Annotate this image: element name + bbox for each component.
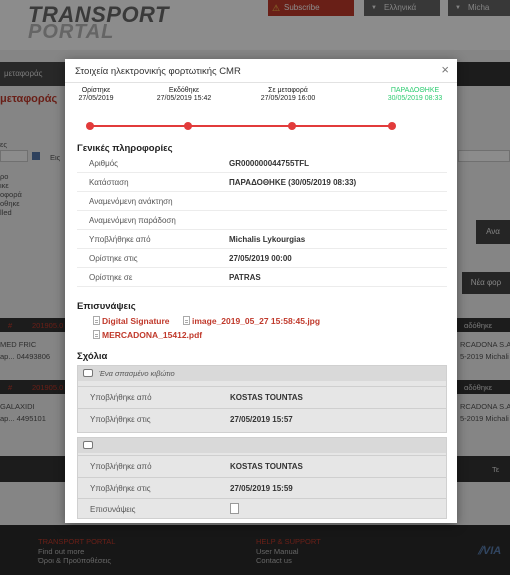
comment-row-submitted-by: Υποβλήθηκε από KOSTAS TOUNTAS <box>78 455 446 475</box>
timeline-step-defined: Ορίστηκε 27/05/2019 <box>56 87 136 102</box>
comment-label: Υποβλήθηκε από <box>90 462 152 471</box>
comment-header <box>78 438 446 453</box>
comment-bubble-icon <box>83 369 93 377</box>
modal-title: Στοιχεία ηλεκτρονικής φορτωτικής CMR <box>75 66 241 77</box>
comment-text: Ένα σπασμένο κιβώτιο <box>99 369 175 378</box>
comment-value: KOSTAS TOUNTAS <box>230 462 303 471</box>
info-label: Αναμενόμενη παράδοση <box>89 216 176 225</box>
general-info-title: Γενικές πληροφορίες <box>77 143 173 154</box>
comment-row-submitted-by: Υποβλήθηκε από KOSTAS TOUNTAS <box>78 386 446 406</box>
timeline-date: 30/05/2019 08:33 <box>387 94 443 102</box>
attachment-link[interactable]: Digital Signature <box>93 316 170 326</box>
close-icon[interactable]: × <box>441 62 449 77</box>
comment-label: Υποβλήθηκε στις <box>90 484 151 493</box>
timeline-date: 27/05/2019 16:00 <box>260 94 316 102</box>
timeline-label: Ορίστηκε <box>81 87 111 94</box>
timeline-dot <box>288 122 296 130</box>
comment-header: Ένα σπασμένο κιβώτιο <box>78 366 446 381</box>
file-icon <box>93 316 100 325</box>
attachment-name: image_2019_05_27 15:58:45.jpg <box>192 316 321 326</box>
comment-value: KOSTAS TOUNTAS <box>230 393 303 402</box>
timeline-date: 27/05/2019 <box>78 94 114 102</box>
comment-value: 27/05/2019 15:57 <box>230 415 293 424</box>
info-row-defined-place: Ορίστηκε σε PATRAS <box>77 268 447 287</box>
timeline-dot <box>184 122 192 130</box>
info-row-expected-pickup: Αναμενόμενη ανάκτηση <box>77 192 447 211</box>
comment-label: Υποβλήθηκε από <box>90 393 152 402</box>
info-row-expected-delivery: Αναμενόμενη παράδοση <box>77 211 447 230</box>
timeline-track <box>90 125 395 127</box>
comments-title: Σχόλια <box>77 351 108 362</box>
timeline-label: ΠΑΡΑΔΟΘΗΚΕ <box>390 87 440 94</box>
comment-value: 27/05/2019 15:59 <box>230 484 293 493</box>
cmr-details-modal: Στοιχεία ηλεκτρονικής φορτωτικής CMR × Ο… <box>65 59 457 523</box>
file-icon[interactable] <box>230 503 239 514</box>
timeline-step-in-transit: Σε μεταφορά 27/05/2019 16:00 <box>248 87 328 102</box>
modal-header: Στοιχεία ηλεκτρονικής φορτωτικής CMR × <box>65 59 457 83</box>
comment-card: Ένα σπασμένο κιβώτιο Υποβλήθηκε από KOST… <box>77 365 447 433</box>
comment-bubble-icon <box>83 441 93 449</box>
timeline-dot <box>86 122 94 130</box>
comment-row-submitted-at: Υποβλήθηκε στις 27/05/2019 15:59 <box>78 477 446 497</box>
info-label: Ορίστηκε σε <box>89 273 133 282</box>
timeline-label: Σε μεταφορά <box>268 87 308 94</box>
timeline-step-delivered: ΠΑΡΑΔΟΘΗΚΕ 30/05/2019 08:33 <box>375 87 455 102</box>
status-timeline: Ορίστηκε 27/05/2019 Εκδόθηκε 27/05/2019 … <box>65 87 457 137</box>
info-label: Ορίστηκε στις <box>89 254 138 263</box>
file-icon <box>183 316 190 325</box>
info-value: ΠΑΡΑΔΟΘΗΚΕ (30/05/2019 08:33) <box>229 178 357 187</box>
info-row-defined-at: Ορίστηκε στις 27/05/2019 00:00 <box>77 249 447 268</box>
timeline-label: Εκδόθηκε <box>168 87 200 94</box>
comment-label: Επισυνάψεις <box>90 505 136 514</box>
info-value: GR000000044755TFL <box>229 159 310 168</box>
info-row-number: Αριθμός GR000000044755TFL <box>77 154 447 173</box>
comment-row-submitted-at: Υποβλήθηκε στις 27/05/2019 15:57 <box>78 408 446 428</box>
attachment-name: MERCADONA_15412.pdf <box>102 330 203 340</box>
info-row-status: Κατάσταση ΠΑΡΑΔΟΘΗΚΕ (30/05/2019 08:33) <box>77 173 447 192</box>
info-label: Κατάσταση <box>89 178 129 187</box>
attachment-name: Digital Signature <box>102 316 170 326</box>
comment-card: Υποβλήθηκε από KOSTAS TOUNTAS Υποβλήθηκε… <box>77 437 447 519</box>
timeline-date: 27/05/2019 15:42 <box>156 94 212 102</box>
attachment-link[interactable]: MERCADONA_15412.pdf <box>93 330 202 340</box>
file-icon <box>93 330 100 339</box>
info-value: Michalis Lykourgias <box>229 235 306 244</box>
attachment-link[interactable]: image_2019_05_27 15:58:45.jpg <box>183 316 320 326</box>
info-row-submitted-by: Υποβλήθηκε από Michalis Lykourgias <box>77 230 447 249</box>
attachments-title: Επισυνάψεις <box>77 301 136 312</box>
info-label: Αριθμός <box>89 159 119 168</box>
comment-row-attachments: Επισυνάψεις <box>78 498 446 518</box>
comment-label: Υποβλήθηκε στις <box>90 415 151 424</box>
info-value: PATRAS <box>229 273 261 282</box>
info-label: Αναμενόμενη ανάκτηση <box>89 197 173 206</box>
info-value: 27/05/2019 00:00 <box>229 254 292 263</box>
timeline-dot <box>388 122 396 130</box>
timeline-step-issued: Εκδόθηκε 27/05/2019 15:42 <box>144 87 224 102</box>
info-label: Υποβλήθηκε από <box>89 235 151 244</box>
